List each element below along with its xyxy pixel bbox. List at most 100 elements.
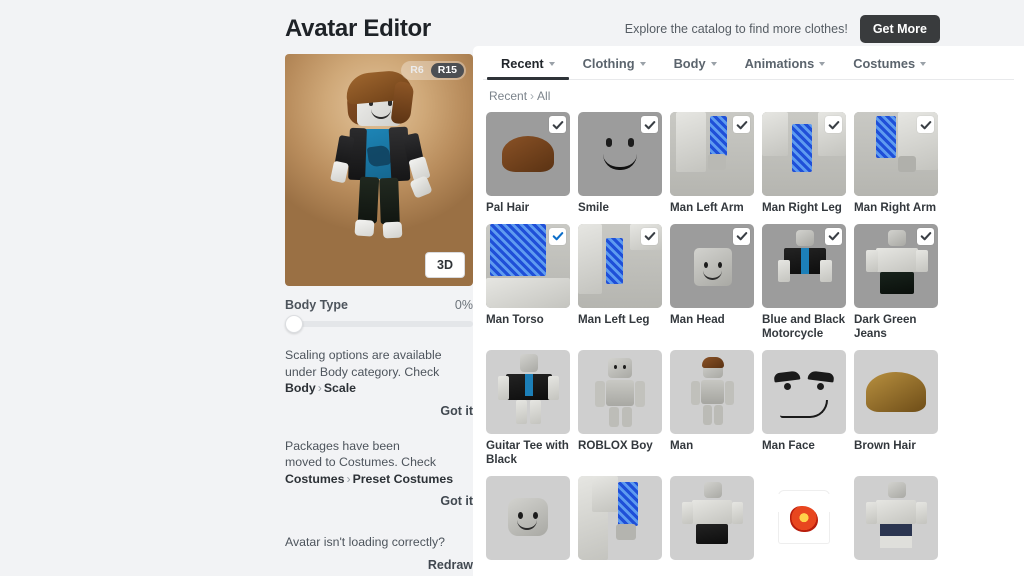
item-cell: Man Right Leg — [762, 112, 846, 216]
item-thumbnail[interactable] — [670, 223, 754, 308]
tab-costumes[interactable]: Costumes — [839, 56, 940, 79]
tab-clothing-label: Clothing — [582, 56, 635, 71]
chevron-down-icon — [710, 61, 717, 66]
tab-recent-label: Recent — [501, 56, 544, 71]
item-thumbnail[interactable] — [762, 223, 846, 308]
item-checkbox[interactable] — [641, 116, 658, 133]
item-thumbnail[interactable] — [578, 112, 662, 196]
item-thumbnail[interactable] — [762, 112, 846, 196]
item-cell: ROBLOX Boy — [578, 349, 662, 468]
item-cell: Blue and Black Motorcycle — [762, 223, 846, 342]
item-cell: Guitar Tee with Black — [486, 349, 570, 468]
item-thumbnail[interactable] — [854, 223, 938, 308]
item-label: Dark Green Jeans — [854, 312, 917, 341]
notice-scaling-link-body[interactable]: Body — [285, 381, 316, 395]
item-thumbnail[interactable] — [762, 475, 846, 560]
redraw-button[interactable]: Redraw — [285, 558, 473, 572]
man-icon — [670, 350, 754, 434]
item-label: Blue and Black Motorcycle — [762, 312, 846, 341]
notice-packages-link-preset[interactable]: Preset Costumes — [353, 472, 453, 486]
item-label: Man — [670, 438, 694, 452]
view-3d-button[interactable]: 3D — [425, 252, 465, 278]
page-title: Avatar Editor — [285, 15, 431, 42]
roblox-boy-icon — [578, 350, 662, 434]
item-label: Pal Hair — [486, 201, 530, 214]
item-cell — [854, 475, 938, 560]
item-cell: Man Face — [762, 349, 846, 468]
item-thumbnail[interactable] — [854, 112, 938, 196]
item-thumbnail[interactable] — [578, 223, 662, 308]
tab-body[interactable]: Body — [660, 56, 731, 79]
notice-packages-line2: moved to Costumes. Check — [285, 455, 437, 469]
body-type-label: Body Type — [285, 298, 348, 312]
body-type-header: Body Type 0% — [285, 298, 473, 312]
notice-packages-got-it[interactable]: Got it — [285, 494, 473, 508]
item-checkbox[interactable] — [825, 227, 842, 245]
item-checkbox[interactable] — [825, 116, 842, 133]
brown-hair-icon — [854, 350, 938, 434]
avatar-preview[interactable]: R6 R15 3D — [285, 54, 473, 286]
item-thumbnail[interactable] — [578, 349, 662, 434]
chevron-down-icon — [819, 61, 826, 66]
notice-packages-line1: Packages have been — [285, 438, 400, 453]
notice-scaling: Scaling options are available under Body… — [285, 347, 473, 418]
item-cell: Man Torso — [486, 223, 570, 342]
body-type-slider-track[interactable] — [285, 315, 473, 333]
tab-body-label: Body — [673, 56, 706, 71]
tab-animations[interactable]: Animations — [731, 56, 840, 79]
notice-packages-separator: › — [346, 471, 351, 486]
item-thumbnail[interactable] — [486, 223, 570, 308]
item-grid: Pal Hair Smile Man Left Arm Man Right Leg Ma… — [473, 109, 1024, 560]
get-more-button[interactable]: Get More — [859, 15, 940, 43]
item-cell: Man Left Leg — [578, 223, 662, 342]
avatar-sidebar: R6 R15 3D Body Type 0% Scaling options a… — [285, 54, 473, 572]
notice-scaling-link-scale[interactable]: Scale — [324, 381, 356, 395]
rig-option-r6[interactable]: R6 — [403, 63, 430, 78]
item-label: Man Face — [762, 438, 815, 452]
item-thumbnail[interactable] — [670, 349, 754, 434]
item-thumbnail[interactable] — [854, 475, 938, 560]
notice-scaling-got-it[interactable]: Got it — [285, 404, 473, 418]
item-cell: Man Head — [670, 223, 754, 342]
tab-recent[interactable]: Recent — [487, 56, 569, 80]
item-checkbox[interactable] — [917, 227, 934, 245]
red-tee-icon — [762, 476, 846, 560]
man-face-icon — [762, 350, 846, 434]
item-label: Man Left Leg — [578, 312, 650, 326]
item-checkbox[interactable] — [549, 227, 566, 245]
item-thumbnail[interactable] — [486, 349, 570, 434]
item-thumbnail[interactable] — [486, 112, 570, 196]
item-label: Man Right Arm — [854, 201, 937, 214]
item-cell: Man — [670, 349, 754, 468]
catalog-panel: Recent Clothing Body Animations Costumes… — [473, 46, 1024, 576]
item-label: Man Torso — [486, 312, 544, 326]
item-checkbox[interactable] — [641, 227, 658, 245]
item-checkbox[interactable] — [917, 116, 934, 133]
item-checkbox[interactable] — [733, 116, 750, 133]
tab-clothing[interactable]: Clothing — [569, 56, 660, 79]
breadcrumb: Recent › All — [473, 80, 1024, 109]
redraw-question: Avatar isn't loading correctly? — [285, 535, 446, 549]
item-label: ROBLOX Boy — [578, 438, 653, 452]
breadcrumb-current[interactable]: All — [537, 89, 550, 103]
explore-catalog-text: Explore the catalog to find more clothes… — [624, 22, 848, 36]
item-cell — [578, 475, 662, 560]
item-label: Brown Hair — [854, 438, 916, 452]
chevron-down-icon — [548, 61, 555, 66]
notice-packages-link-costumes[interactable]: Costumes — [285, 472, 344, 486]
item-thumbnail[interactable] — [762, 349, 846, 434]
item-checkbox[interactable] — [733, 227, 750, 245]
breadcrumb-root[interactable]: Recent — [489, 89, 527, 103]
rig-option-r15[interactable]: R15 — [430, 63, 464, 78]
body-type-slider-handle[interactable] — [285, 315, 303, 333]
item-thumbnail[interactable] — [486, 475, 570, 560]
item-thumbnail[interactable] — [670, 112, 754, 196]
rig-type-toggle[interactable]: R6 R15 — [401, 61, 466, 80]
chevron-down-icon — [639, 61, 646, 66]
tab-animations-label: Animations — [744, 56, 815, 71]
item-thumbnail[interactable] — [670, 475, 754, 560]
item-checkbox[interactable] — [549, 116, 566, 133]
item-thumbnail[interactable] — [854, 349, 938, 434]
body-type-value: 0% — [454, 298, 473, 312]
item-thumbnail[interactable] — [578, 475, 662, 560]
